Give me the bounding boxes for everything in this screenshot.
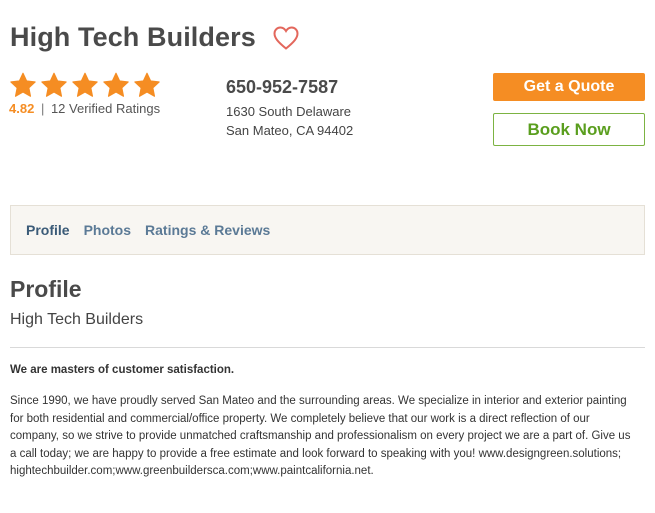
book-now-button[interactable]: Book Now (493, 113, 645, 146)
heart-icon[interactable] (272, 25, 300, 51)
star-icon (40, 72, 68, 99)
rating-summary: 4.82 | 12 Verified Ratings (9, 72, 161, 116)
business-header: High Tech Builders (10, 22, 300, 53)
tab-profile[interactable]: Profile (26, 222, 70, 238)
rating-value: 4.82 (9, 101, 35, 116)
address: 1630 South Delaware San Mateo, CA 94402 (226, 102, 353, 140)
phone-number[interactable]: 650-952-7587 (226, 77, 353, 98)
tab-photos[interactable]: Photos (84, 222, 131, 238)
get-a-quote-button[interactable]: Get a Quote (493, 73, 645, 101)
section-title: Profile (10, 276, 82, 302)
business-name: High Tech Builders (10, 22, 256, 52)
star-icon (9, 72, 37, 99)
rating-separator: | (40, 101, 45, 116)
star-rating (9, 72, 161, 99)
profile-headline: We are masters of customer satisfaction. (10, 364, 235, 376)
profile-description: Since 1990, we have proudly served San M… (10, 395, 631, 477)
address-line-2: San Mateo, CA 94402 (226, 123, 354, 138)
star-icon (133, 72, 161, 99)
star-icon (71, 72, 99, 99)
divider (10, 347, 645, 348)
section-subtitle: High Tech Builders (10, 311, 144, 328)
contact-info: 650-952-7587 1630 South Delaware San Mat… (226, 77, 353, 140)
star-icon (102, 72, 130, 99)
rating-count[interactable]: 12 Verified Ratings (51, 101, 160, 116)
rating-line: 4.82 | 12 Verified Ratings (9, 101, 161, 116)
tab-ratings-reviews[interactable]: Ratings & Reviews (145, 222, 270, 238)
address-line-1: 1630 South Delaware (226, 104, 352, 119)
profile-tabs: Profile Photos Ratings & Reviews (10, 205, 645, 255)
